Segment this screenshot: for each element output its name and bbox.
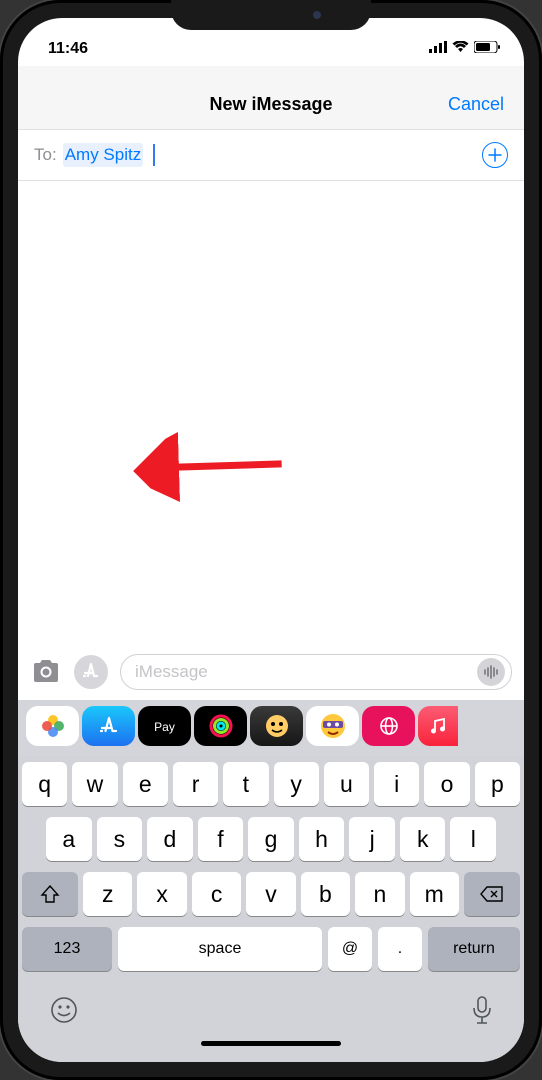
- key-z[interactable]: z: [83, 872, 132, 916]
- dictation-button[interactable]: [472, 996, 492, 1029]
- appstore-app-button[interactable]: [82, 706, 135, 746]
- key-row-4: 123 space @ . return: [22, 927, 520, 971]
- key-c[interactable]: c: [192, 872, 241, 916]
- page-title: New iMessage: [209, 94, 332, 115]
- notch: [171, 0, 371, 30]
- wifi-icon: [452, 40, 469, 58]
- imessage-app-strip[interactable]: Pay: [18, 700, 524, 756]
- shift-key[interactable]: [22, 872, 78, 916]
- music-app-button[interactable]: [418, 706, 458, 746]
- plus-icon: [488, 148, 502, 162]
- dot-key[interactable]: .: [378, 927, 422, 971]
- time-label: 11:46: [48, 40, 88, 58]
- key-l[interactable]: l: [450, 817, 496, 861]
- keyboard-bottom-row: [22, 982, 520, 1035]
- phone-frame: 11:46 New iMessage Cancel To: Amy Spitz: [0, 0, 542, 1080]
- message-content-area: [18, 181, 524, 646]
- key-a[interactable]: a: [46, 817, 92, 861]
- search-app-button[interactable]: [362, 706, 415, 746]
- status-icons: [429, 40, 500, 58]
- message-input[interactable]: iMessage: [120, 654, 512, 690]
- header: New iMessage Cancel: [18, 66, 524, 130]
- photos-icon: [41, 714, 65, 738]
- key-x[interactable]: x: [137, 872, 186, 916]
- search-globe-icon: [378, 715, 400, 737]
- key-f[interactable]: f: [198, 817, 244, 861]
- screen: 11:46 New iMessage Cancel To: Amy Spitz: [18, 18, 524, 1062]
- applepay-label: Pay: [154, 719, 175, 734]
- key-w[interactable]: w: [72, 762, 117, 806]
- key-j[interactable]: j: [349, 817, 395, 861]
- cellular-icon: [429, 40, 447, 58]
- animoji-icon: [318, 711, 348, 741]
- app-drawer-button[interactable]: [74, 655, 108, 689]
- key-n[interactable]: n: [355, 872, 404, 916]
- message-placeholder: iMessage: [135, 662, 208, 682]
- text-cursor: [153, 144, 155, 166]
- message-input-row: iMessage: [18, 646, 524, 700]
- key-t[interactable]: t: [223, 762, 268, 806]
- return-key[interactable]: return: [428, 927, 520, 971]
- appstore-icon-small: [81, 662, 101, 682]
- home-indicator[interactable]: [201, 1041, 341, 1046]
- photos-app-button[interactable]: [26, 706, 79, 746]
- memoji-app-button[interactable]: [250, 706, 303, 746]
- annotation-arrow: [133, 386, 303, 556]
- backspace-icon: [480, 885, 504, 903]
- camera-icon: [30, 659, 62, 685]
- numbers-key[interactable]: 123: [22, 927, 112, 971]
- key-row-2: a s d f g h j k l: [22, 817, 520, 861]
- microphone-icon: [472, 996, 492, 1024]
- applepay-app-button[interactable]: Pay: [138, 706, 191, 746]
- key-q[interactable]: q: [22, 762, 67, 806]
- key-h[interactable]: h: [299, 817, 345, 861]
- battery-icon: [474, 40, 500, 58]
- key-e[interactable]: e: [123, 762, 168, 806]
- key-s[interactable]: s: [97, 817, 143, 861]
- key-row-3: z x c v b n m: [22, 872, 520, 916]
- key-p[interactable]: p: [475, 762, 520, 806]
- appstore-icon: [98, 715, 120, 737]
- camera-button[interactable]: [30, 659, 62, 685]
- emoji-button[interactable]: [50, 996, 78, 1029]
- key-b[interactable]: b: [301, 872, 350, 916]
- to-field-row[interactable]: To: Amy Spitz: [18, 130, 524, 181]
- key-u[interactable]: u: [324, 762, 369, 806]
- key-i[interactable]: i: [374, 762, 419, 806]
- recipient-pill[interactable]: Amy Spitz: [63, 143, 144, 167]
- key-m[interactable]: m: [410, 872, 459, 916]
- shift-icon: [40, 885, 60, 903]
- music-note-icon: [428, 716, 448, 736]
- space-key[interactable]: space: [118, 927, 322, 971]
- key-d[interactable]: d: [147, 817, 193, 861]
- key-r[interactable]: r: [173, 762, 218, 806]
- memoji-icon: [262, 711, 292, 741]
- key-row-1: q w e r t y u i o p: [22, 762, 520, 806]
- key-k[interactable]: k: [400, 817, 446, 861]
- activity-rings-icon: [208, 713, 234, 739]
- key-g[interactable]: g: [248, 817, 294, 861]
- keyboard: q w e r t y u i o p a s d f g h j k l: [18, 756, 524, 1062]
- animoji-app-button[interactable]: [306, 706, 359, 746]
- audio-record-button[interactable]: [477, 658, 505, 686]
- key-o[interactable]: o: [424, 762, 469, 806]
- cancel-button[interactable]: Cancel: [448, 94, 504, 115]
- activity-app-button[interactable]: [194, 706, 247, 746]
- to-label: To:: [34, 145, 57, 165]
- emoji-icon: [50, 996, 78, 1024]
- at-key[interactable]: @: [328, 927, 372, 971]
- key-y[interactable]: y: [274, 762, 319, 806]
- add-recipient-button[interactable]: [482, 142, 508, 168]
- backspace-key[interactable]: [464, 872, 520, 916]
- key-v[interactable]: v: [246, 872, 295, 916]
- waveform-icon: [483, 665, 499, 679]
